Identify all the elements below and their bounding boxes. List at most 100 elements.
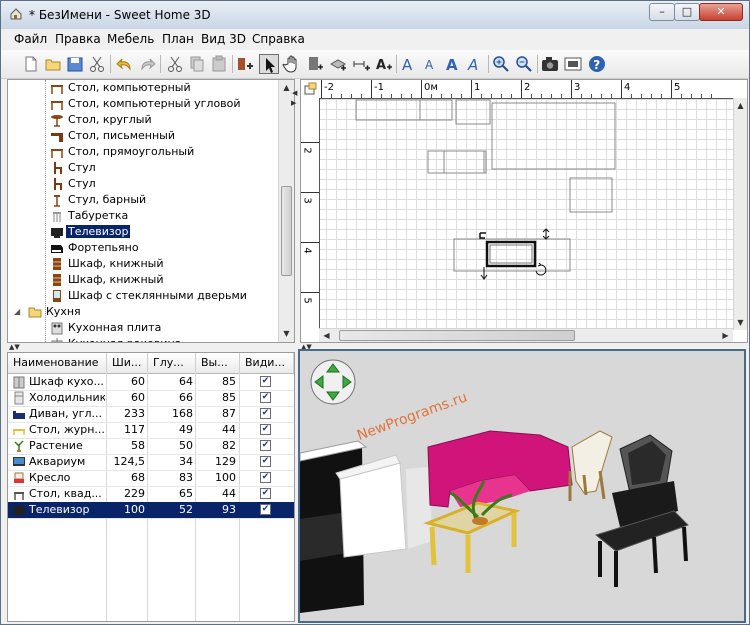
- add-furniture-button[interactable]: [235, 54, 255, 74]
- bold-text-button[interactable]: A: [443, 54, 463, 74]
- save-button[interactable]: [65, 54, 85, 74]
- italic-text-button[interactable]: A: [465, 54, 485, 74]
- column-width[interactable]: Ши...: [107, 353, 148, 373]
- catalog-item-label: Шкаф, книжный: [68, 273, 164, 286]
- menu-furniture[interactable]: Мебель: [107, 32, 154, 46]
- catalog-item[interactable]: Стол, письменный: [8, 128, 278, 144]
- cut-button[interactable]: [87, 54, 107, 74]
- navigation-arrows-icon[interactable]: [310, 359, 356, 405]
- add-text-button[interactable]: A: [374, 54, 394, 74]
- scroll-left-icon[interactable]: ◀: [320, 329, 333, 342]
- visible-checkbox[interactable]: ✔: [260, 376, 271, 387]
- select-mode-button[interactable]: [259, 54, 279, 74]
- catalog-item[interactable]: Фортепьяно: [8, 240, 278, 256]
- create-dimensions-button[interactable]: [351, 54, 371, 74]
- table-row[interactable]: Стол, журн... 117 49 44 ✔: [8, 422, 294, 439]
- furniture-catalog-tree[interactable]: Стол, компьютерный Стол, компьютерный угл…: [7, 79, 295, 343]
- table-row[interactable]: Шкаф кухо... 60 64 85 ✔: [8, 374, 294, 391]
- visible-checkbox[interactable]: ✔: [260, 424, 271, 435]
- undo-button[interactable]: [115, 54, 135, 74]
- copy-button[interactable]: [187, 54, 207, 74]
- zoom-out-button[interactable]: [514, 54, 534, 74]
- catalog-item[interactable]: Стул, барный: [8, 192, 278, 208]
- decrease-text-button[interactable]: A: [421, 54, 441, 74]
- create-walls-button[interactable]: [305, 54, 325, 74]
- catalog-item[interactable]: Стол, круглый: [8, 112, 278, 128]
- menu-file[interactable]: Файл: [14, 32, 47, 46]
- scroll-thumb[interactable]: [339, 330, 575, 341]
- plan-grid[interactable]: [320, 99, 733, 329]
- cell-name: Стол, журн...: [29, 423, 105, 436]
- catalog-item[interactable]: Кухонная раковина: [8, 336, 278, 342]
- create-video-button[interactable]: [563, 54, 583, 74]
- catalog-item[interactable]: Стол, компьютерный угловой: [8, 96, 278, 112]
- catalog-item[interactable]: Шкаф с стеклянными дверьми: [8, 288, 278, 304]
- visible-checkbox[interactable]: ✔: [260, 472, 271, 483]
- visible-checkbox[interactable]: ✔: [260, 408, 271, 419]
- increase-text-button[interactable]: A: [399, 54, 419, 74]
- catalog-category[interactable]: ◢ Кухня: [8, 304, 278, 320]
- table-row[interactable]: Аквариум 124,5 34 129 ✔: [8, 454, 294, 471]
- open-button[interactable]: [43, 54, 63, 74]
- scroll-down-icon[interactable]: ▼: [280, 327, 293, 340]
- menu-3d-view[interactable]: Вид 3D: [201, 32, 246, 46]
- catalog-scrollbar[interactable]: ▲ ▼: [278, 80, 294, 342]
- column-depth[interactable]: Глу...: [148, 353, 196, 373]
- redo-button[interactable]: [137, 54, 157, 74]
- column-height[interactable]: Вы...: [196, 353, 240, 373]
- visible-checkbox[interactable]: ✔: [260, 392, 271, 403]
- table-row[interactable]: Диван, угл... 233 168 87 ✔: [8, 406, 294, 423]
- paste-button[interactable]: [209, 54, 229, 74]
- catalog-item[interactable]: Шкаф, книжный: [8, 256, 278, 272]
- table-row[interactable]: Телевизор 100 52 93 ✔: [8, 502, 294, 519]
- visible-checkbox[interactable]: ✔: [260, 440, 271, 451]
- visible-checkbox[interactable]: ✔: [260, 488, 271, 499]
- table-row[interactable]: Стол, квад... 229 65 44 ✔: [8, 486, 294, 503]
- toolbar-separator: [488, 55, 489, 73]
- plan-horizontal-scrollbar[interactable]: ◀ ▶: [319, 328, 733, 342]
- catalog-item[interactable]: Телевизор: [8, 224, 278, 240]
- visible-checkbox[interactable]: ✔: [260, 504, 271, 515]
- plan-vertical-scrollbar[interactable]: ▲ ▼: [733, 98, 747, 330]
- catalog-item[interactable]: Стул: [8, 160, 278, 176]
- cut-button-2[interactable]: [165, 54, 185, 74]
- pan-mode-button[interactable]: [282, 54, 302, 74]
- plan-view[interactable]: -2 -1 0м 1 2 3 4 5 2345 ▲ ▼ ◀ ▶: [300, 79, 748, 343]
- expand-toggle-icon[interactable]: ◢: [14, 307, 20, 316]
- splitter-up-arrow-icon[interactable]: ▲▼: [9, 343, 20, 351]
- create-rooms-button[interactable]: [328, 54, 348, 74]
- furniture-table[interactable]: Наименование Ши... Глу... Вы... Види... …: [7, 352, 295, 622]
- create-photo-button[interactable]: [540, 54, 560, 74]
- column-name[interactable]: Наименование: [8, 353, 107, 373]
- table-row[interactable]: Растение 58 50 82 ✔: [8, 438, 294, 455]
- zoom-in-button[interactable]: [491, 54, 511, 74]
- catalog-item[interactable]: Кухонная плита: [8, 320, 278, 336]
- help-button[interactable]: ?: [587, 54, 607, 74]
- scroll-right-icon[interactable]: ▶: [719, 329, 732, 342]
- catalog-item[interactable]: Шкаф, книжный: [8, 272, 278, 288]
- splitter-left-arrow-icon[interactable]: ◀: [292, 89, 297, 97]
- catalog-item[interactable]: Стол, прямоугольный: [8, 144, 278, 160]
- app-logo-icon: [10, 8, 22, 20]
- minimize-button[interactable]: –: [649, 3, 675, 21]
- scroll-down-icon[interactable]: ▼: [734, 316, 747, 329]
- 3d-view[interactable]: NewPrograms.ru: [298, 349, 746, 623]
- select-icon: [266, 58, 275, 73]
- visible-checkbox[interactable]: ✔: [260, 456, 271, 467]
- table-row[interactable]: Холодильник 60 66 85 ✔: [8, 390, 294, 407]
- menu-edit[interactable]: Правка: [55, 32, 101, 46]
- table-row[interactable]: Кресло 68 83 100 ✔: [8, 470, 294, 487]
- catalog-item[interactable]: Стол, компьютерный: [8, 80, 278, 96]
- scroll-up-icon[interactable]: ▲: [734, 99, 747, 112]
- new-button[interactable]: [21, 54, 41, 74]
- scroll-thumb[interactable]: [281, 186, 292, 276]
- menu-plan[interactable]: План: [162, 32, 194, 46]
- column-visible[interactable]: Види...: [240, 353, 294, 373]
- maximize-button[interactable]: □: [674, 3, 700, 21]
- catalog-item[interactable]: Табуретка: [8, 208, 278, 224]
- catalog-item[interactable]: Стул: [8, 176, 278, 192]
- pan-icon: [282, 55, 297, 73]
- splitter-right-arrow-icon[interactable]: ▶: [291, 99, 296, 107]
- close-button[interactable]: ✕: [699, 3, 743, 21]
- menu-help[interactable]: Справка: [252, 32, 305, 46]
